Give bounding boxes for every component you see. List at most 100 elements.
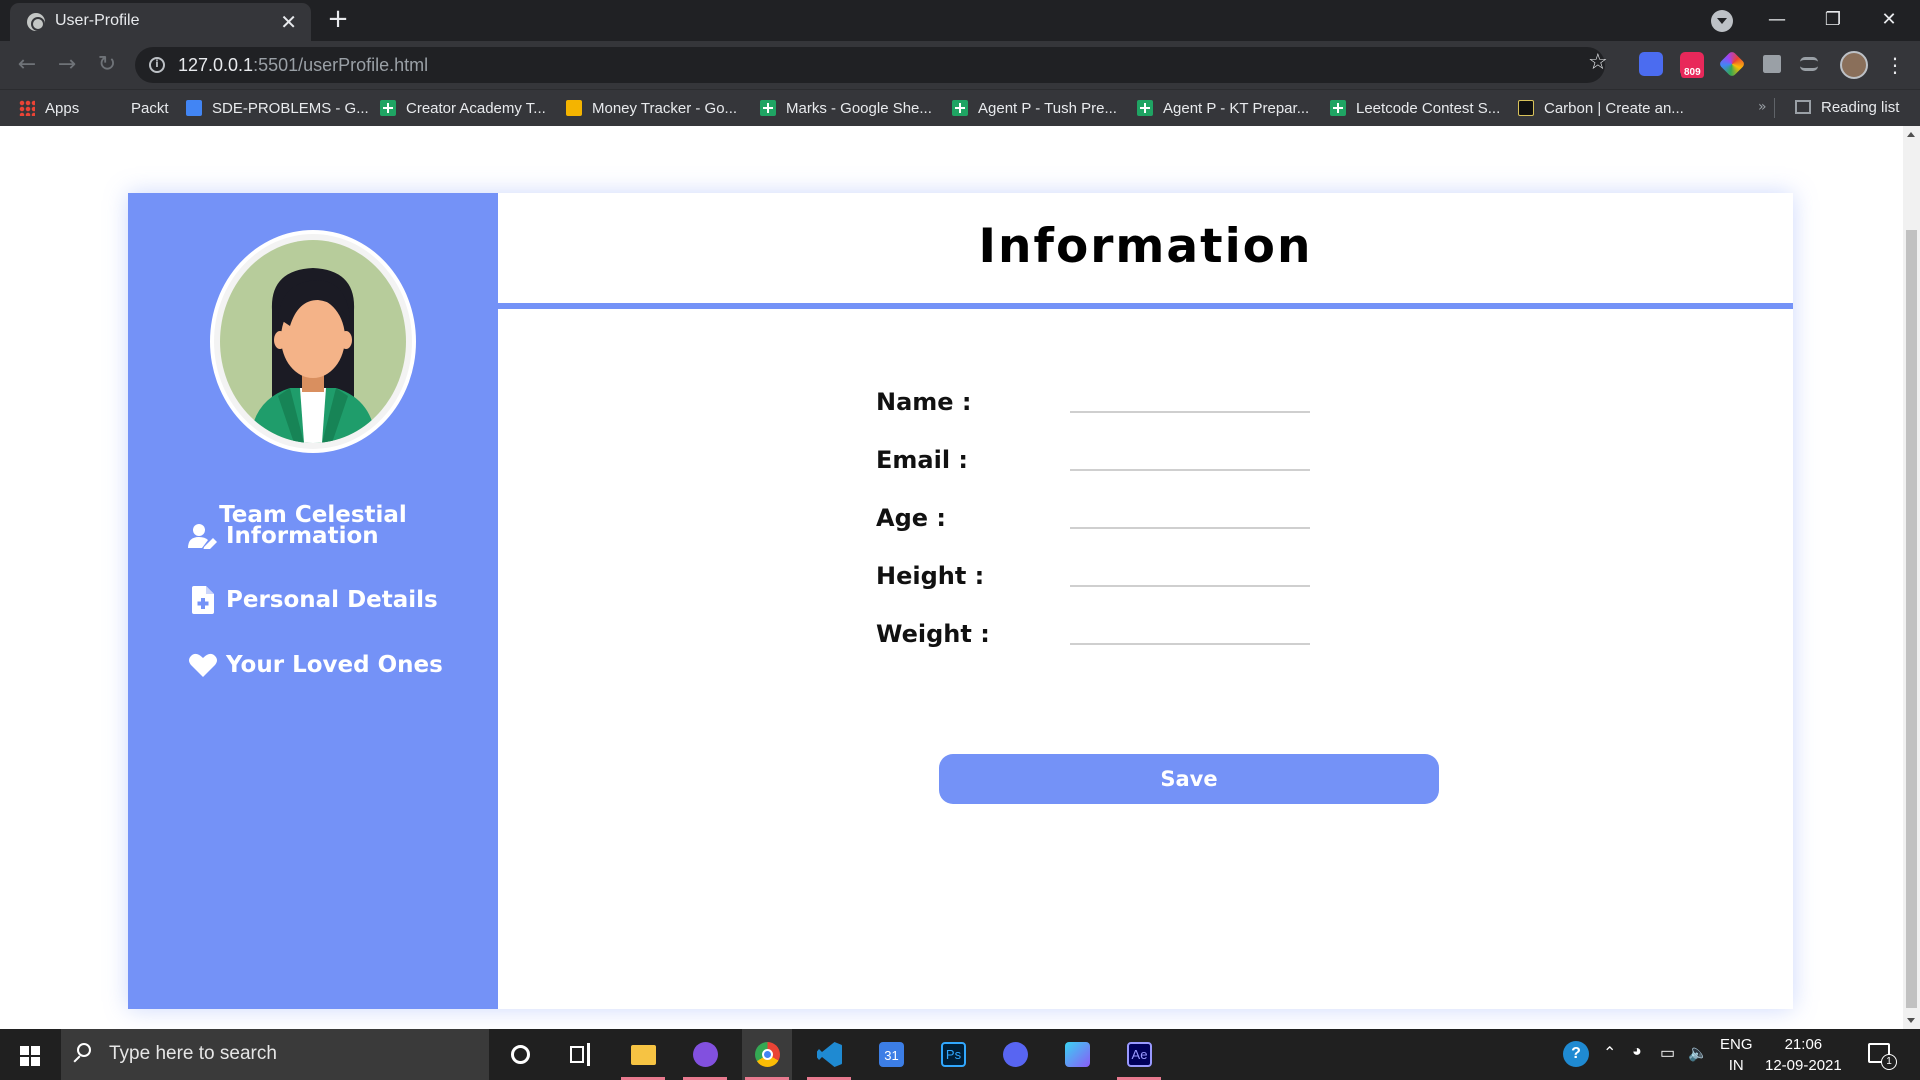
network-icon[interactable]: ◕ (1632, 1043, 1642, 1061)
bookmark-sde-problems[interactable]: SDE-PROBLEMS - G... (186, 99, 369, 119)
bookmarks-divider (1774, 98, 1775, 118)
avatar (210, 230, 416, 453)
bookmark-star-icon[interactable]: ☆ (1588, 50, 1608, 75)
bookmark-leetcode-contest[interactable]: Leetcode Contest S... (1330, 99, 1500, 119)
photoshop-icon[interactable]: Ps (928, 1029, 978, 1080)
restore-icon[interactable]: ❐ (1810, 4, 1856, 36)
bookmark-marks[interactable]: Marks - Google She... (760, 99, 932, 119)
calendar-icon[interactable]: 31 (866, 1029, 916, 1080)
sidebar-item-label: Information (226, 523, 379, 549)
scroll-up-icon[interactable] (1907, 132, 1915, 137)
search-placeholder: Type here to search (109, 1043, 277, 1064)
media-queue-icon[interactable] (1800, 57, 1818, 71)
name-label: Name : (876, 388, 972, 416)
weight-input[interactable] (1070, 615, 1310, 645)
minimize-icon[interactable]: — (1754, 4, 1800, 36)
tray-chevron-up-icon[interactable]: ⌃ (1603, 1043, 1616, 1063)
apps-grid-icon (19, 100, 35, 116)
task-view-icon[interactable] (555, 1029, 605, 1080)
browser-toolbar: ← → ↻ i 127.0.0.1:5501/userProfile.html … (0, 41, 1920, 89)
bookmark-agent-p-tush[interactable]: Agent P - Tush Pre... (952, 99, 1117, 119)
notification-count: 1 (1881, 1054, 1897, 1070)
scroll-down-icon[interactable] (1907, 1018, 1915, 1023)
window-close-icon[interactable]: ✕ (1866, 4, 1912, 36)
extension-messenger-icon[interactable] (1639, 52, 1663, 76)
google-sheets-icon (1330, 100, 1346, 116)
bookmark-creator-academy[interactable]: Creator Academy T... (380, 99, 546, 119)
bookmark-packt[interactable]: Packt (131, 99, 169, 119)
discord-icon[interactable] (990, 1029, 1040, 1080)
email-input[interactable] (1070, 441, 1310, 471)
google-docs-icon (186, 100, 202, 116)
language-indicator[interactable]: ENG IN (1720, 1034, 1753, 1076)
bookmark-carbon[interactable]: Carbon | Create an... (1518, 99, 1684, 119)
sidebar-item-loved-ones[interactable]: Your Loved Ones (188, 648, 443, 682)
reading-list-button[interactable]: Reading list (1795, 99, 1899, 116)
google-sheets-icon (760, 100, 776, 116)
help-icon[interactable]: ? (1563, 1041, 1589, 1067)
taskbar-clock[interactable]: 21:06 12-09-2021 (1765, 1034, 1842, 1076)
taskbar-search[interactable]: Type here to search (61, 1029, 489, 1080)
file-plus-icon (188, 585, 218, 615)
save-button[interactable]: Save (939, 754, 1439, 804)
heading-divider (498, 303, 1793, 309)
extension-badge-count: 809 (1681, 67, 1704, 78)
sidebar-item-information[interactable]: Information (188, 519, 379, 553)
file-explorer-icon[interactable] (618, 1029, 668, 1080)
tab-search-icon[interactable] (1711, 10, 1733, 32)
height-label: Height : (876, 562, 985, 590)
tab-close-icon[interactable]: ✕ (280, 10, 297, 34)
browser-tab-strip: User-Profile ✕ + — ❐ ✕ (0, 0, 1920, 41)
sidebar: Team Celestial Information Personal Deta… (128, 193, 498, 1009)
github-desktop-icon[interactable] (680, 1029, 730, 1080)
woman-avatar-illustration (250, 268, 376, 443)
weight-label: Weight : (876, 620, 990, 648)
profile-card: Team Celestial Information Personal Deta… (128, 193, 1793, 1009)
email-label: Email : (876, 446, 969, 474)
main-panel: Information Name : Email : Age : Height … (498, 193, 1793, 1009)
google-sheets-icon (952, 100, 968, 116)
extensions-puzzle-icon[interactable] (1763, 55, 1781, 73)
app-cube-icon[interactable] (1052, 1029, 1102, 1080)
address-bar[interactable]: i 127.0.0.1:5501/userProfile.html (135, 47, 1605, 83)
carbon-icon (1518, 100, 1534, 116)
bookmark-money-tracker[interactable]: Money Tracker - Go... (566, 99, 737, 119)
height-input[interactable] (1070, 557, 1310, 587)
forward-arrow-icon[interactable]: → (52, 50, 82, 80)
notification-center-icon[interactable]: 1 (1868, 1043, 1897, 1070)
volume-icon[interactable]: 🔈 (1688, 1043, 1708, 1063)
profile-avatar[interactable] (1840, 51, 1868, 79)
tab-title: User-Profile (55, 12, 140, 29)
page-viewport: Team Celestial Information Personal Deta… (0, 126, 1920, 1029)
battery-icon[interactable]: ▭ (1660, 1043, 1675, 1063)
heart-icon (188, 650, 218, 680)
windows-taskbar: Type here to search 31 Ps Ae ? ⌃ ◕ ▭ 🔈 E… (0, 1029, 1920, 1080)
bookmarks-overflow-icon[interactable]: » (1758, 99, 1767, 115)
url-text: 127.0.0.1:5501/userProfile.html (178, 55, 429, 75)
google-slides-icon (566, 100, 582, 116)
google-sheets-icon (380, 100, 396, 116)
scroll-thumb[interactable] (1906, 230, 1917, 1008)
google-sheets-icon (1137, 100, 1153, 116)
cortana-icon[interactable] (495, 1029, 545, 1080)
reload-icon[interactable]: ↻ (92, 50, 122, 80)
windows-start-icon[interactable] (20, 1046, 40, 1066)
vscode-icon[interactable] (804, 1029, 854, 1080)
info-icon[interactable]: i (149, 57, 165, 73)
page-scrollbar[interactable] (1903, 126, 1920, 1029)
age-label: Age : (876, 504, 946, 532)
chrome-icon[interactable] (742, 1029, 792, 1080)
bookmark-agent-p-kt[interactable]: Agent P - KT Prepar... (1137, 99, 1309, 119)
browser-tab[interactable]: User-Profile ✕ (10, 3, 311, 41)
name-input[interactable] (1070, 383, 1310, 413)
reading-list-icon (1795, 100, 1811, 114)
sidebar-item-personal-details[interactable]: Personal Details (188, 583, 438, 617)
bookmark-apps[interactable]: Apps (19, 99, 79, 119)
back-arrow-icon[interactable]: ← (12, 50, 42, 80)
bookmarks-bar: Apps Packt SDE-PROBLEMS - G... Creator A… (0, 89, 1920, 126)
new-tab-button[interactable]: + (324, 6, 352, 34)
browser-menu-icon[interactable]: ⋮ (1885, 51, 1905, 79)
age-input[interactable] (1070, 499, 1310, 529)
after-effects-icon[interactable]: Ae (1114, 1029, 1164, 1080)
extension-colorful-icon[interactable] (1718, 50, 1746, 78)
